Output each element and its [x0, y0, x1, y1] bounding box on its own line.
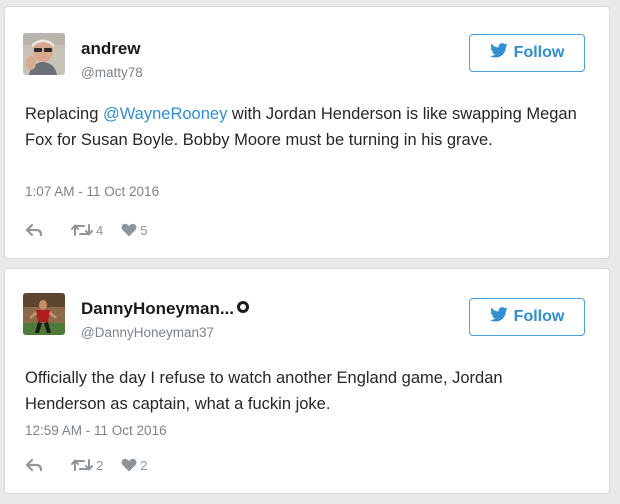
heart-icon [121, 223, 137, 237]
display-name[interactable]: DannyHoneyman... [81, 299, 250, 319]
user-handle[interactable]: @DannyHoneyman37 [81, 325, 214, 340]
twitter-bird-icon [489, 43, 508, 63]
timestamp[interactable]: 1:07 AM - 11 Oct 2016 [25, 184, 159, 199]
like-count: 5 [140, 222, 148, 238]
timestamp[interactable]: 12:59 AM - 11 Oct 2016 [25, 423, 167, 438]
follow-label: Follow [513, 308, 565, 325]
reply-button[interactable] [25, 223, 43, 237]
follow-label: Follow [513, 44, 565, 61]
verified-icon [237, 301, 250, 313]
avatar[interactable] [23, 293, 65, 335]
retweet-count: 4 [96, 222, 104, 238]
retweet-icon [71, 223, 93, 237]
display-name-text: DannyHoneyman... [81, 299, 235, 318]
tweet-actions: 2 2 [25, 455, 147, 475]
follow-button[interactable]: Follow [469, 34, 585, 72]
user-handle[interactable]: @matty78 [81, 65, 143, 80]
like-button[interactable]: 5 [121, 223, 147, 238]
retweet-button[interactable]: 2 [71, 458, 103, 473]
tweet-text: Replacing @WayneRooney with Jordan Hende… [25, 101, 585, 153]
mention-link[interactable]: @WayneRooney [103, 105, 227, 123]
tweet-actions: 4 5 [25, 220, 147, 240]
avatar[interactable] [23, 33, 65, 75]
retweet-button[interactable]: 4 [71, 223, 103, 238]
like-button[interactable]: 2 [121, 458, 147, 473]
tweet-text: Officially the day I refuse to watch ano… [25, 369, 503, 413]
tweet-card: andrew @matty78 Follow Replacing @WayneR… [4, 6, 610, 259]
heart-icon [121, 458, 137, 472]
twitter-bird-icon [489, 307, 508, 327]
reply-icon [25, 458, 43, 472]
retweet-count: 2 [96, 457, 104, 473]
tweet-text-before: Replacing [25, 105, 103, 123]
retweet-icon [71, 458, 93, 472]
like-count: 2 [140, 457, 148, 473]
reply-button[interactable] [25, 458, 43, 472]
reply-icon [25, 223, 43, 237]
tweet-card: DannyHoneyman... @DannyHoneyman37 Follow… [4, 268, 610, 494]
follow-button[interactable]: Follow [469, 298, 585, 336]
display-name[interactable]: andrew [81, 39, 141, 59]
